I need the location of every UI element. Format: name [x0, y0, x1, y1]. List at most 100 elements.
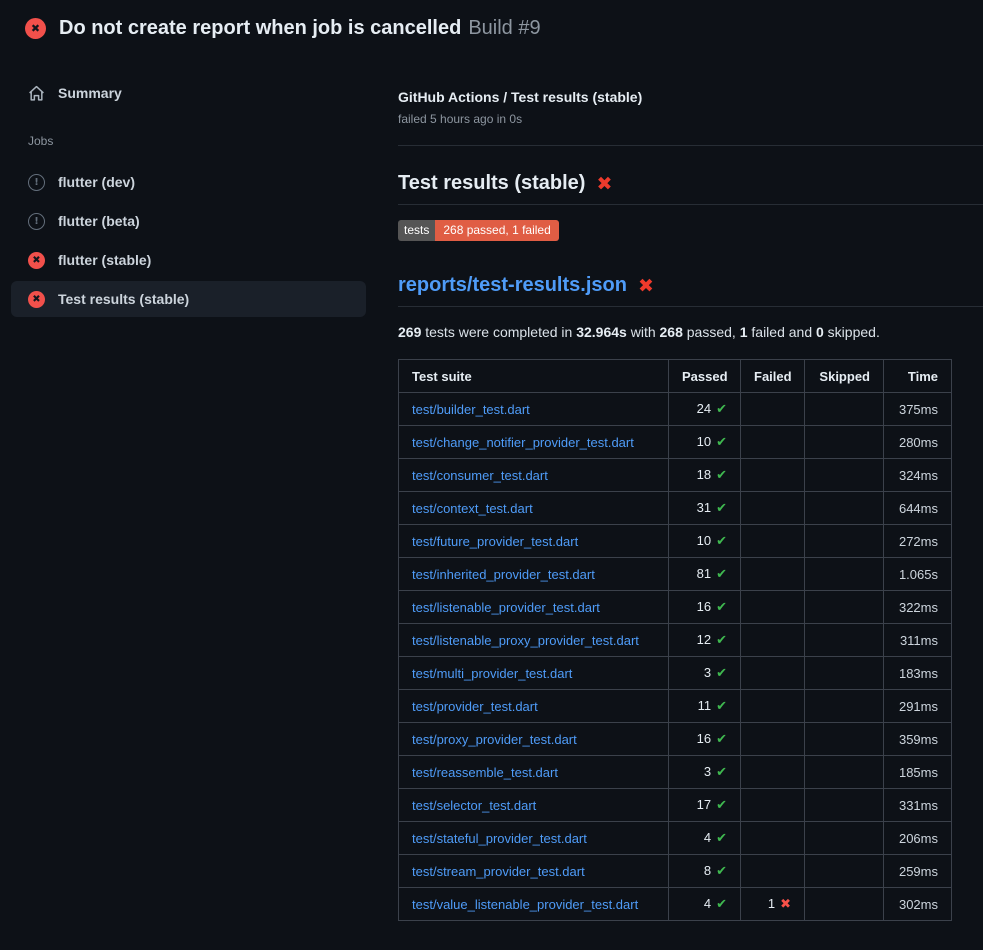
passed-count: 3 — [704, 665, 711, 680]
failed-cell — [741, 690, 805, 723]
check-icon: ✔ — [716, 633, 727, 648]
skipped-cell — [805, 459, 884, 492]
failed-cell — [741, 558, 805, 591]
failed-cell — [741, 525, 805, 558]
test-suite-link[interactable]: test/proxy_provider_test.dart — [412, 732, 577, 747]
section-heading: Test results (stable) ✖ — [398, 172, 983, 205]
failed-count: 1 — [768, 896, 775, 911]
passed-cell: 81✔ — [669, 558, 741, 591]
tests-badge: tests 268 passed, 1 failed — [398, 220, 559, 241]
table-row: test/reassemble_test.dart 3✔ 185ms — [399, 756, 952, 789]
time-cell: 311ms — [884, 624, 952, 657]
test-suite-cell: test/value_listenable_provider_test.dart — [399, 888, 669, 921]
jobs-section-label: Jobs — [28, 134, 366, 148]
table-row: test/builder_test.dart24✔375ms — [399, 393, 952, 426]
table-row: test/value_listenable_provider_test.dart… — [399, 888, 952, 921]
passed-count: 16 — [697, 599, 711, 614]
report-file-link[interactable]: reports/test-results.json — [398, 274, 627, 297]
summary-line: 269 tests were completed in 32.964s with… — [398, 324, 983, 340]
table-row: test/proxy_provider_test.dart16✔359ms — [399, 723, 952, 756]
sidebar-item-label: Test results (stable) — [58, 291, 189, 307]
sidebar-item-flutter-dev[interactable]: !flutter (dev) — [11, 164, 366, 200]
table-row: test/future_provider_test.dart10✔272ms — [399, 525, 952, 558]
check-icon: ✔ — [716, 600, 727, 615]
passed-cell: 3✔ — [669, 756, 741, 789]
test-suite-cell: test/proxy_provider_test.dart — [399, 723, 669, 756]
table-row: test/listenable_proxy_provider_test.dart… — [399, 624, 952, 657]
failed-cell — [741, 723, 805, 756]
sidebar-item-summary[interactable]: Summary — [11, 75, 366, 111]
test-suite-link[interactable]: test/builder_test.dart — [412, 402, 530, 417]
sidebar: Summary Jobs !flutter (dev)!flutter (bet… — [0, 56, 390, 320]
test-suite-link[interactable]: test/consumer_test.dart — [412, 468, 548, 483]
test-suite-link[interactable]: test/value_listenable_provider_test.dart — [412, 897, 638, 912]
run-header: ✖ Do not create report when job is cance… — [0, 0, 983, 56]
check-icon: ✔ — [716, 732, 727, 747]
failed-cell — [741, 789, 805, 822]
skipped-cell — [805, 525, 884, 558]
test-suite-link[interactable]: test/multi_provider_test.dart — [412, 666, 572, 681]
test-suite-cell: test/builder_test.dart — [399, 393, 669, 426]
test-suite-link[interactable]: test/stream_provider_test.dart — [412, 864, 585, 879]
badge-value: 268 passed, 1 failed — [435, 220, 558, 241]
passed-cell: 4✔ — [669, 888, 741, 921]
report-heading: reports/test-results.json ✖ — [398, 274, 983, 307]
time-cell: 206ms — [884, 822, 952, 855]
table-row: test/selector_test.dart17✔331ms — [399, 789, 952, 822]
failed-cell: 1✖ — [741, 888, 805, 921]
test-suite-link[interactable]: test/listenable_proxy_provider_test.dart — [412, 633, 639, 648]
passed-count: 81 — [697, 566, 711, 581]
test-suite-link[interactable]: test/stateful_provider_test.dart — [412, 831, 587, 846]
test-suite-cell: test/stream_provider_test.dart — [399, 855, 669, 888]
check-icon: ✔ — [716, 666, 727, 681]
test-suite-cell: test/change_notifier_provider_test.dart — [399, 426, 669, 459]
passed-count: 11 — [698, 698, 712, 713]
test-suite-link[interactable]: test/future_provider_test.dart — [412, 534, 578, 549]
test-suite-cell: test/stateful_provider_test.dart — [399, 822, 669, 855]
check-icon: ✔ — [716, 831, 727, 846]
test-suite-cell: test/inherited_provider_test.dart — [399, 558, 669, 591]
passed-cell: 12✔ — [669, 624, 741, 657]
check-icon: ✔ — [716, 402, 727, 417]
x-mark-icon: ✖ — [596, 173, 612, 195]
passed-count: 31 — [697, 500, 711, 515]
passed-cell: 31 ✔ — [669, 492, 741, 525]
passed-cell: 24✔ — [669, 393, 741, 426]
sidebar-item-test-results-stable[interactable]: ✖Test results (stable) — [11, 281, 366, 317]
passed-cell: 17✔ — [669, 789, 741, 822]
check-icon: ✔ — [716, 501, 727, 516]
time-cell: 1.065s — [884, 558, 952, 591]
skipped-cell — [805, 690, 884, 723]
passed-cell: 18✔ — [669, 459, 741, 492]
table-row: test/context_test.dart31✔644ms — [399, 492, 952, 525]
sidebar-item-flutter-stable[interactable]: ✖flutter (stable) — [11, 242, 366, 278]
test-table-body: test/builder_test.dart24✔375mstest/chang… — [399, 393, 952, 921]
test-suite-link[interactable]: test/listenable_provider_test.dart — [412, 600, 600, 615]
passed-count: 16 — [697, 731, 711, 746]
test-suite-link[interactable]: test/reassemble_test.dart — [412, 765, 558, 780]
passed-cell: 8✔ — [669, 855, 741, 888]
home-icon — [28, 85, 45, 102]
skipped-cell — [805, 393, 884, 426]
test-suite-link[interactable]: test/selector_test.dart — [412, 798, 536, 813]
time-cell: 185ms — [884, 756, 952, 789]
skipped-cell — [805, 426, 884, 459]
test-suite-link[interactable]: test/inherited_provider_test.dart — [412, 567, 595, 582]
test-suite-link[interactable]: test/provider_test.dart — [412, 699, 538, 714]
passed-count: 10 — [697, 533, 711, 548]
skipped-cell — [805, 723, 884, 756]
failed-cell — [741, 459, 805, 492]
alert-circle-icon: ! — [28, 213, 45, 230]
sidebar-item-label: flutter (stable) — [58, 252, 151, 268]
run-build-number: Build #9 — [468, 17, 540, 40]
skipped-cell — [805, 756, 884, 789]
test-suite-link[interactable]: test/change_notifier_provider_test.dart — [412, 435, 634, 450]
failed-cell — [741, 624, 805, 657]
column-header-failed: Failed — [741, 360, 805, 393]
failed-cell — [741, 657, 805, 690]
passed-cell: 4✔ — [669, 822, 741, 855]
time-cell: 272ms — [884, 525, 952, 558]
sidebar-item-flutter-beta[interactable]: !flutter (beta) — [11, 203, 366, 239]
test-suite-link[interactable]: test/context_test.dart — [412, 501, 533, 516]
test-suite-cell: test/multi_provider_test.dart — [399, 657, 669, 690]
